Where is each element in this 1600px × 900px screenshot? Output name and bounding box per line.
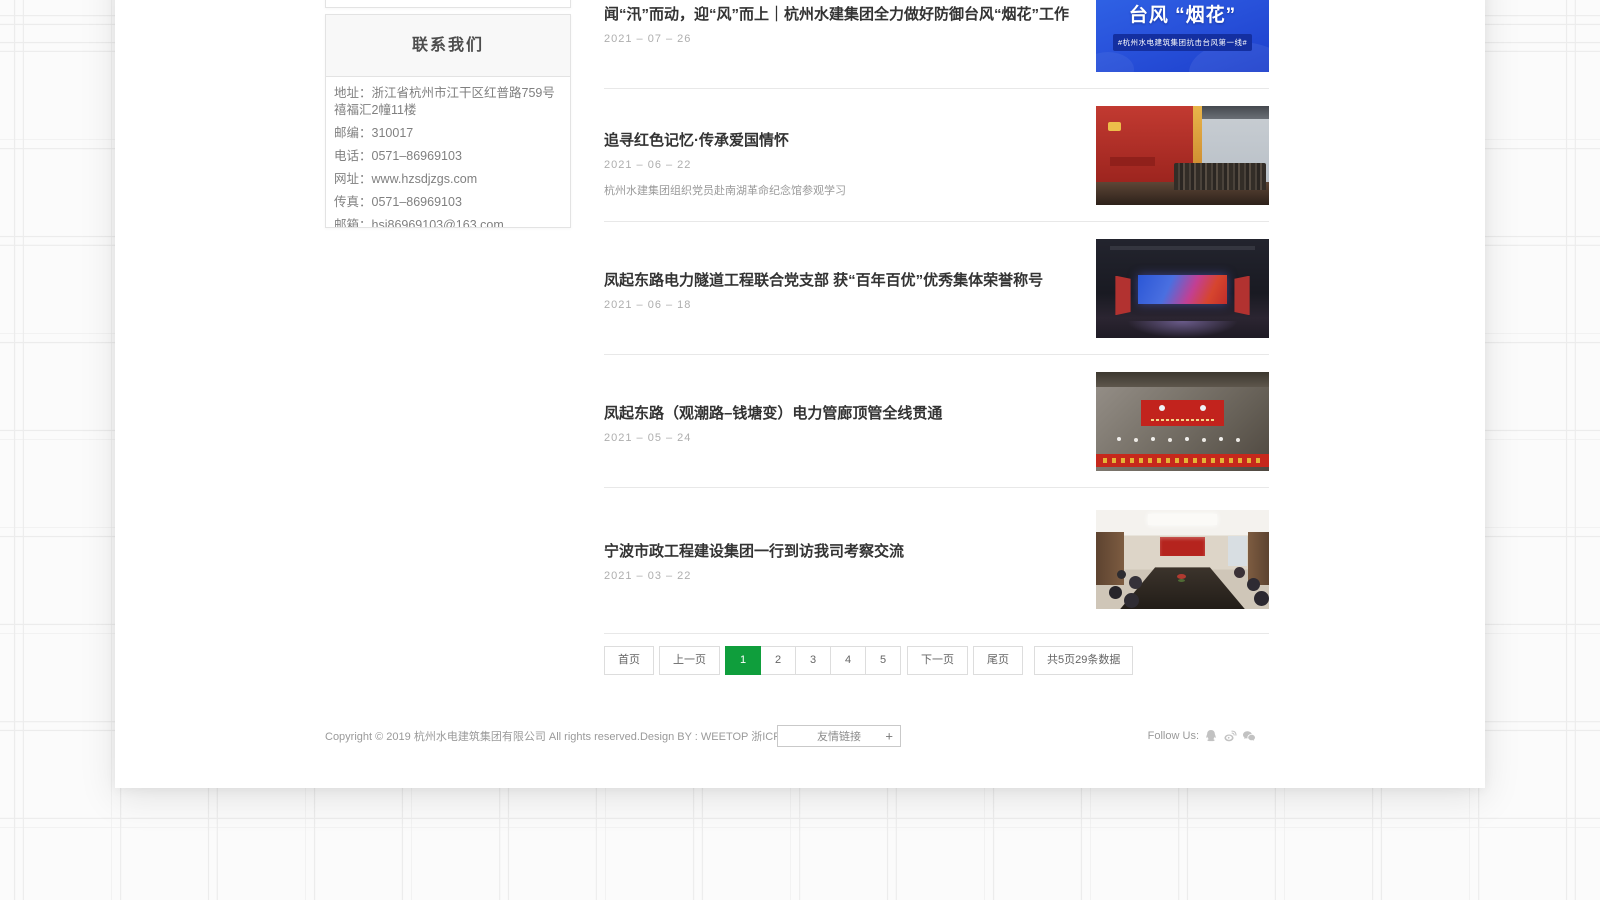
news-text: 闻“汛”而动，迎“风”而上｜杭州水建集团全力做好防御台风“烟花”工作 2021 … (604, 3, 1069, 45)
decor-logo-dot (1200, 405, 1206, 411)
decor-circle (1096, 52, 1134, 72)
pagination-page-5[interactable]: 5 (865, 646, 901, 675)
news-item[interactable]: 凤起东路（观潮路–钱塘变）电力管廊顶管全线贯通 2021 – 05 – 24 (604, 355, 1269, 488)
contact-label: 地址： (334, 86, 372, 100)
decor-window (1228, 536, 1247, 567)
contact-value: www.hzsdjzgs.com (372, 172, 478, 186)
pagination-page-1[interactable]: 1 (725, 646, 761, 675)
news-text: 凤起东路电力隧道工程联合党支部 获“百年百优”优秀集体荣誉称号 2021 – 0… (604, 269, 1069, 311)
sidebar-box-partial (325, 0, 571, 8)
typhoon-banner-tag: #杭州水电建筑集团抗击台风第一线# (1113, 34, 1252, 51)
news-item[interactable]: 宁波市政工程建设集团一行到访我司考察交流 2021 – 03 – 22 (604, 488, 1269, 634)
decor-red-screen (1160, 537, 1205, 556)
plus-icon: + (885, 730, 893, 743)
decor-people (1117, 570, 1126, 579)
news-list: 台风 “烟花” #杭州水电建筑集团抗击台风第一线# 闻“汛”而动，迎“风”而上｜… (604, 0, 1269, 675)
main-content: 联系我们 地址：浙江省杭州市江干区红普路759号禧福汇2幢11楼 邮编：3100… (115, 0, 1485, 788)
decor-pillar (1112, 276, 1131, 316)
pagination-page-3[interactable]: 3 (795, 646, 831, 675)
pagination-first[interactable]: 首页 (604, 646, 654, 675)
news-date: 2021 – 03 – 22 (604, 570, 1069, 582)
contact-label: 邮编： (334, 126, 372, 140)
news-item[interactable]: 凤起东路电力隧道工程联合党支部 获“百年百优”优秀集体荣誉称号 2021 – 0… (604, 222, 1269, 355)
contact-row-website: 网址：www.hzsdjzgs.com (334, 171, 562, 188)
follow-us-label: Follow Us: (1148, 730, 1199, 742)
friendly-links-label: 友情链接 (817, 728, 861, 744)
news-title[interactable]: 凤起东路电力隧道工程联合党支部 获“百年百优”优秀集体荣誉称号 (604, 269, 1069, 290)
decor-red-banner (1141, 400, 1224, 427)
news-summary: 杭州水建集团组织党员赴南湖革命纪念馆参观学习 (604, 182, 1069, 198)
footer: Copyright © 2019 杭州水电建筑集团有限公司 All rights… (325, 725, 1256, 747)
news-date: 2021 – 05 – 24 (604, 432, 1069, 444)
news-thumbnail-typhoon[interactable]: 台风 “烟花” #杭州水电建筑集团抗击台风第一线# (1096, 0, 1269, 72)
decor-floor-glow (1127, 321, 1238, 338)
contact-label: 传真： (334, 195, 372, 209)
contact-label: 网址： (334, 172, 372, 186)
contact-row-phone: 电话：0571–86969103 (334, 148, 562, 165)
news-title[interactable]: 追寻红色记忆·传承爱国情怀 (604, 129, 1069, 150)
follow-us: Follow Us: (1148, 729, 1256, 743)
friendly-links-toggle[interactable]: 友情链接 + (777, 725, 901, 747)
contact-label: 电话： (334, 149, 372, 163)
qq-icon[interactable] (1204, 729, 1218, 743)
decor-logo-dot (1159, 405, 1165, 411)
news-thumbnail-meeting[interactable] (1096, 510, 1269, 609)
wechat-icon[interactable] (1242, 729, 1256, 743)
contact-value: 0571–86969103 (372, 149, 462, 163)
decor-crowd (1174, 163, 1266, 190)
sidebar: 联系我们 地址：浙江省杭州市江干区红普路759号禧福汇2幢11楼 邮编：3100… (325, 0, 571, 675)
decor-led-screen (1138, 275, 1228, 305)
contact-label: 邮箱： (334, 218, 372, 228)
news-title[interactable]: 宁波市政工程建设集团一行到访我司考察交流 (604, 540, 1069, 561)
contact-row-zip: 邮编：310017 (334, 125, 562, 142)
pagination-next[interactable]: 下一页 (907, 646, 968, 675)
decor-wood-panel (1248, 532, 1269, 585)
decor-banner-text-line (1151, 419, 1214, 421)
contact-value: 310017 (372, 126, 414, 140)
decor-placard (1110, 157, 1155, 166)
news-thumbnail-tunnel[interactable] (1096, 372, 1269, 471)
contact-body: 地址：浙江省杭州市江干区红普路759号禧福汇2幢11楼 邮编：310017 电话… (326, 77, 570, 228)
typhoon-banner-headline: 台风 “烟花” (1096, 0, 1269, 27)
pagination-prev[interactable]: 上一页 (659, 646, 720, 675)
news-item[interactable]: 追寻红色记忆·传承爱国情怀 2021 – 06 – 22 杭州水建集团组织党员赴… (604, 89, 1269, 222)
decor-truss (1110, 246, 1255, 250)
news-text: 宁波市政工程建设集团一行到访我司考察交流 2021 – 03 – 22 (604, 540, 1069, 582)
decor-ribbon-text (1101, 458, 1264, 463)
news-date: 2021 – 06 – 22 (604, 159, 1069, 171)
news-text: 凤起东路（观潮路–钱塘变）电力管廊顶管全线贯通 2021 – 05 – 24 (604, 402, 1069, 444)
page-container: 联系我们 地址：浙江省杭州市江干区红普路759号禧福汇2幢11楼 邮编：3100… (325, 0, 1256, 675)
contact-value: 0571–86969103 (372, 195, 462, 209)
news-thumbnail-award-stage[interactable] (1096, 239, 1269, 338)
pagination: 首页 上一页 1 2 3 4 5 下一页 尾页 共5页29条数据 (604, 646, 1269, 675)
pagination-page-4[interactable]: 4 (830, 646, 866, 675)
news-date: 2021 – 07 – 26 (604, 33, 1069, 45)
decor-ceiling-light (1148, 514, 1217, 525)
contact-row-address: 地址：浙江省杭州市江干区红普路759号禧福汇2幢11楼 (334, 85, 562, 119)
decor-worker-helmets (1117, 437, 1121, 441)
decor-emblem (1108, 122, 1121, 131)
news-text: 追寻红色记忆·传承爱国情怀 2021 – 06 – 22 杭州水建集团组织党员赴… (604, 129, 1069, 198)
news-thumbnail-memorial[interactable] (1096, 106, 1269, 205)
decor-tunnel-roof (1096, 372, 1269, 387)
pagination-last[interactable]: 尾页 (973, 646, 1023, 675)
contact-value: hsj86969103@163.com (372, 218, 504, 228)
weibo-icon[interactable] (1223, 729, 1237, 743)
news-title[interactable]: 闻“汛”而动，迎“风”而上｜杭州水建集团全力做好防御台风“烟花”工作 (604, 3, 1069, 24)
pagination-page-2[interactable]: 2 (760, 646, 796, 675)
decor-pillar (1234, 276, 1253, 316)
pagination-summary: 共5页29条数据 (1034, 646, 1133, 675)
decor-red-ribbon (1096, 454, 1269, 467)
contact-title: 联系我们 (326, 15, 570, 77)
contact-row-fax: 传真：0571–86969103 (334, 194, 562, 211)
news-item[interactable]: 台风 “烟花” #杭州水电建筑集团抗击台风第一线# 闻“汛”而动，迎“风”而上｜… (604, 0, 1269, 89)
contact-box: 联系我们 地址：浙江省杭州市江干区红普路759号禧福汇2幢11楼 邮编：3100… (325, 14, 571, 228)
news-date: 2021 – 06 – 18 (604, 299, 1069, 311)
news-title[interactable]: 凤起东路（观潮路–钱塘变）电力管廊顶管全线贯通 (604, 402, 1069, 423)
contact-row-email: 邮箱：hsj86969103@163.com (334, 217, 562, 228)
